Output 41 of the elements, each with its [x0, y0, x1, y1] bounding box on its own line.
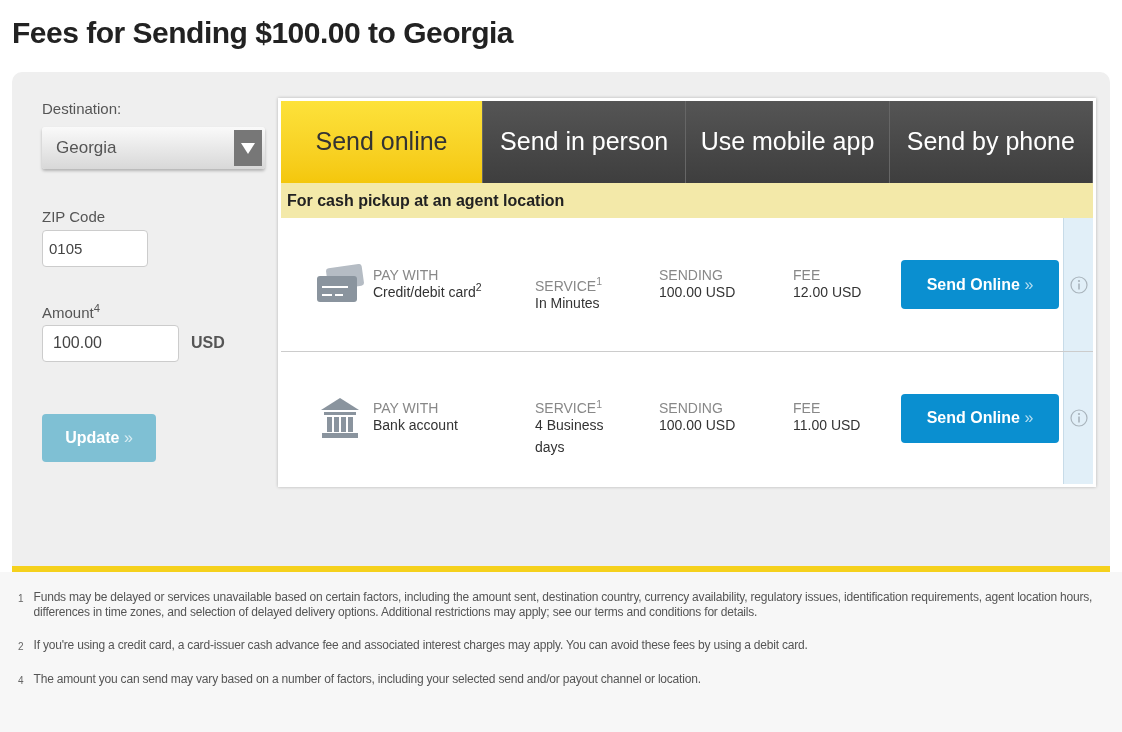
tab[interactable]: Use mobile app: [686, 101, 890, 183]
column-value: 11.00 USD: [793, 416, 862, 435]
tab[interactable]: Send in person: [483, 101, 687, 183]
field-label: Amount$^{4}$: [42, 302, 101, 323]
column-label: SENDING: [659, 266, 724, 283]
field-label: ZIP Code: [42, 206, 107, 227]
column-value: In Minutes: [535, 293, 601, 313]
column-label: SERVICE$^{1}$: [535, 277, 604, 294]
info-banner: For cash pickup at an agent location: [281, 183, 1093, 218]
footnote-number: 4: [18, 674, 24, 688]
footnote-number: 2: [18, 640, 24, 654]
column-label: FEE: [793, 400, 822, 416]
column-label: SERVICE$^{1}$: [535, 400, 604, 416]
field-label: Destination:: [42, 99, 123, 119]
column-label: SENDING: [659, 400, 724, 416]
send-online-button[interactable]: Send Online »: [901, 260, 1059, 309]
column-label: PAY WITH: [373, 400, 440, 416]
footnote-text: If you're using a credit card, a card-issuer cash advance fee and associated interest charges may apply. You can avoid these fees by using a debit card.: [33, 638, 808, 654]
column-label: PAY WITH: [373, 266, 440, 283]
tab[interactable]: Send online: [281, 101, 483, 183]
bank-icon: [319, 396, 361, 440]
column-value: Credit/debit card$^{2}$: [373, 280, 483, 302]
info-icon[interactable]: [1069, 409, 1088, 427]
column-value: Bank account: [373, 416, 459, 435]
tab[interactable]: Send by phone: [889, 101, 1093, 183]
footnote-text: The amount you can send may vary based on a number of factors, including your selected send and/or payout channel or location.: [33, 672, 701, 688]
column-value: 100.00 USD: [659, 416, 737, 435]
column-label: FEE: [793, 266, 822, 283]
caret-icon: [234, 129, 262, 166]
footnote-number: 1: [18, 592, 24, 606]
info-icon[interactable]: [1069, 275, 1088, 294]
amount-field[interactable]: 100.00: [42, 324, 179, 362]
footnote-text: Funds may be delayed or services unavailable based on certain factors, including the amount sent, destination country, currency availability, regulatory issues, identification requirements, agent location hours, differences in time zones, and selection of delayed delivery options. Additional restrictions may apply; see our terms and conditions for details.: [33, 590, 1094, 620]
zip-code-field[interactable]: 0105: [42, 230, 148, 267]
send-online-button[interactable]: Send Online »: [901, 393, 1059, 443]
destination-dropdown[interactable]: Georgia: [42, 126, 265, 169]
column-value: 4 Business days: [535, 416, 605, 457]
page-title: Fees for Sending $100.00 to Georgia: [11, 15, 515, 51]
column-value: 12.00 USD: [793, 282, 863, 302]
currency-label: USD: [191, 333, 225, 353]
column-value: 100.00 USD: [659, 282, 737, 302]
